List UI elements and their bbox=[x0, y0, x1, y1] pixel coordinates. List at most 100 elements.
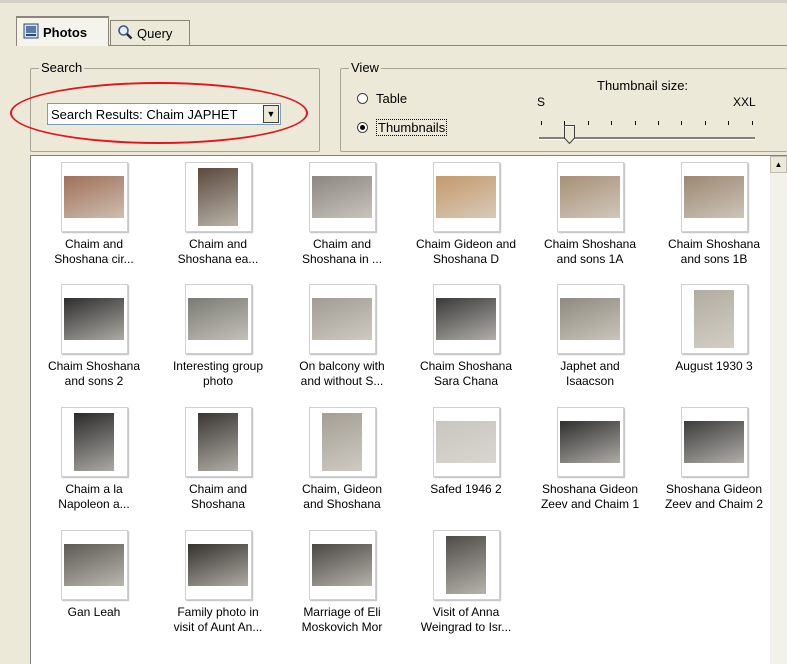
thumbnail-frame[interactable] bbox=[556, 162, 624, 232]
caption-line-2: Shoshana in ... bbox=[301, 252, 383, 266]
caption-line-2: photo bbox=[202, 374, 234, 388]
caption-line-1: On balcony with bbox=[299, 359, 385, 373]
photo-thumbnail[interactable]: Gan Leah bbox=[32, 530, 156, 620]
tab-panel-border bbox=[16, 45, 787, 46]
photo-thumbnail[interactable]: Marriage of Eli Moskovich Mor bbox=[280, 530, 404, 635]
thumbnail-size-label: Thumbnail size: bbox=[597, 78, 689, 93]
photo-thumbnail[interactable]: Chaim and Shoshana cir... bbox=[32, 162, 156, 267]
thumbnail-frame[interactable] bbox=[432, 530, 500, 600]
caption-line-1: Chaim a la bbox=[65, 482, 123, 496]
radio-thumbnails-indicator[interactable] bbox=[357, 122, 368, 133]
thumbnail-frame[interactable] bbox=[432, 407, 500, 477]
thumbnail-frame[interactable] bbox=[680, 284, 748, 354]
photo-thumbnail[interactable]: Family photo in visit of Aunt An... bbox=[156, 530, 280, 635]
thumbnail-caption: Japhet and Isaacson bbox=[528, 359, 652, 389]
caption-line-1: Family photo in bbox=[177, 605, 259, 619]
photo-image bbox=[694, 290, 734, 348]
caption-line-1: Visit of Anna bbox=[432, 605, 500, 619]
caption-line-2: Moskovich Mor bbox=[301, 620, 383, 634]
tab-photos[interactable]: Photos bbox=[16, 16, 109, 46]
photo-thumbnail[interactable]: August 1930 3 bbox=[652, 284, 776, 374]
caption-line-2: Napoleon a... bbox=[58, 497, 130, 511]
caption-line-2: Shoshana D bbox=[432, 252, 500, 266]
slider-tick bbox=[728, 121, 730, 125]
photo-thumbnail[interactable]: Interesting group photo bbox=[156, 284, 280, 389]
caption-line-2: Shoshana cir... bbox=[54, 252, 134, 266]
thumbnail-frame[interactable] bbox=[680, 162, 748, 232]
slider-tick bbox=[681, 121, 683, 125]
photos-icon bbox=[23, 23, 39, 42]
photo-image bbox=[312, 544, 372, 586]
size-max-label: XXL bbox=[733, 95, 756, 109]
thumbnail-frame[interactable] bbox=[432, 162, 500, 232]
thumbnail-frame[interactable] bbox=[184, 284, 252, 354]
radio-table[interactable]: Table bbox=[357, 91, 407, 106]
photo-thumbnail[interactable]: Japhet and Isaacson bbox=[528, 284, 652, 389]
photo-thumbnail[interactable]: Chaim and Shoshana ea... bbox=[156, 162, 280, 267]
thumbnail-frame[interactable] bbox=[680, 407, 748, 477]
thumbnail-frame[interactable] bbox=[308, 530, 376, 600]
photo-thumbnail[interactable]: Safed 1946 2 bbox=[404, 407, 528, 497]
thumbnail-caption: On balcony with and without S... bbox=[280, 359, 404, 389]
photo-thumbnail[interactable]: Chaim a la Napoleon a... bbox=[32, 407, 156, 512]
search-group-label: Search bbox=[39, 60, 85, 75]
thumbnail-frame[interactable] bbox=[556, 284, 624, 354]
photo-thumbnail[interactable]: Shoshana Gideon Zeev and Chaim 2 bbox=[652, 407, 776, 512]
view-group-label: View bbox=[349, 60, 381, 75]
thumbnail-frame[interactable] bbox=[556, 407, 624, 477]
radio-table-label: Table bbox=[376, 91, 408, 106]
photo-thumbnail[interactable]: Chaim Shoshana and sons 1A bbox=[528, 162, 652, 267]
thumbnail-caption: Chaim, Gideon and Shoshana bbox=[280, 482, 404, 512]
caption-line-1: Shoshana Gideon bbox=[665, 482, 763, 496]
thumbnail-caption: Chaim Shoshana and sons 1B bbox=[652, 237, 776, 267]
thumbnail-caption: Chaim Shoshana and sons 1A bbox=[528, 237, 652, 267]
thumbnail-frame[interactable] bbox=[184, 162, 252, 232]
thumbnail-frame[interactable] bbox=[308, 162, 376, 232]
photo-thumbnail[interactable]: Chaim Shoshana Sara Chana bbox=[404, 284, 528, 389]
thumbnail-frame[interactable] bbox=[432, 284, 500, 354]
photo-image bbox=[198, 413, 238, 471]
thumbnail-size-slider-thumb[interactable] bbox=[564, 125, 576, 144]
caption-line-2: and without S... bbox=[300, 374, 384, 388]
thumbnail-caption: Marriage of Eli Moskovich Mor bbox=[280, 605, 404, 635]
thumbnail-frame[interactable] bbox=[60, 284, 128, 354]
thumbnail-frame[interactable] bbox=[60, 162, 128, 232]
thumbnail-frame[interactable] bbox=[308, 407, 376, 477]
photo-thumbnail[interactable]: On balcony with and without S... bbox=[280, 284, 404, 389]
radio-table-indicator[interactable] bbox=[357, 93, 368, 104]
photo-image bbox=[64, 176, 124, 218]
thumbnail-frame[interactable] bbox=[184, 530, 252, 600]
photo-image bbox=[188, 544, 248, 586]
photo-thumbnail[interactable]: Shoshana Gideon Zeev and Chaim 1 bbox=[528, 407, 652, 512]
caption-line-1: Chaim Shoshana bbox=[667, 237, 761, 251]
photo-thumbnail[interactable]: Chaim and Shoshana in ... bbox=[280, 162, 404, 267]
scroll-up-arrow-icon[interactable]: ▲ bbox=[770, 156, 787, 173]
thumbnail-caption: Safed 1946 2 bbox=[404, 482, 528, 497]
caption-line-2: Weingrad to Isr... bbox=[420, 620, 512, 634]
thumbnail-frame[interactable] bbox=[60, 407, 128, 477]
thumbnail-results-pane[interactable]: Chaim and Shoshana cir... Chaim and Shoshan… bbox=[30, 155, 787, 664]
photo-image bbox=[188, 298, 248, 340]
photo-thumbnail[interactable]: Chaim and Shoshana bbox=[156, 407, 280, 512]
radio-thumbnails[interactable]: Thumbnails bbox=[357, 119, 448, 136]
photo-thumbnail[interactable]: Chaim Shoshana and sons 1B bbox=[652, 162, 776, 267]
tab-query[interactable]: Query bbox=[110, 20, 190, 45]
thumbnail-frame[interactable] bbox=[60, 530, 128, 600]
photo-thumbnail[interactable]: Chaim Shoshana and sons 2 bbox=[32, 284, 156, 389]
photo-image bbox=[560, 176, 620, 218]
slider-tick bbox=[541, 121, 542, 125]
photo-image bbox=[560, 421, 620, 463]
thumbnail-caption: Interesting group photo bbox=[156, 359, 280, 389]
photo-thumbnail[interactable]: Chaim, Gideon and Shoshana bbox=[280, 407, 404, 512]
photo-image bbox=[64, 544, 124, 586]
search-results-dropdown[interactable]: Search Results: Chaim JAPHET ▼ bbox=[47, 103, 281, 125]
dropdown-arrow-icon[interactable]: ▼ bbox=[263, 105, 279, 123]
photo-thumbnail[interactable]: Chaim Gideon and Shoshana D bbox=[404, 162, 528, 267]
caption-line-2: Zeev and Chaim 2 bbox=[664, 497, 764, 511]
vertical-scrollbar[interactable]: ▲ bbox=[770, 156, 787, 664]
photo-image bbox=[684, 176, 744, 218]
thumbnail-frame[interactable] bbox=[308, 284, 376, 354]
thumbnail-frame[interactable] bbox=[184, 407, 252, 477]
photo-image bbox=[446, 536, 486, 594]
photo-thumbnail[interactable]: Visit of Anna Weingrad to Isr... bbox=[404, 530, 528, 635]
